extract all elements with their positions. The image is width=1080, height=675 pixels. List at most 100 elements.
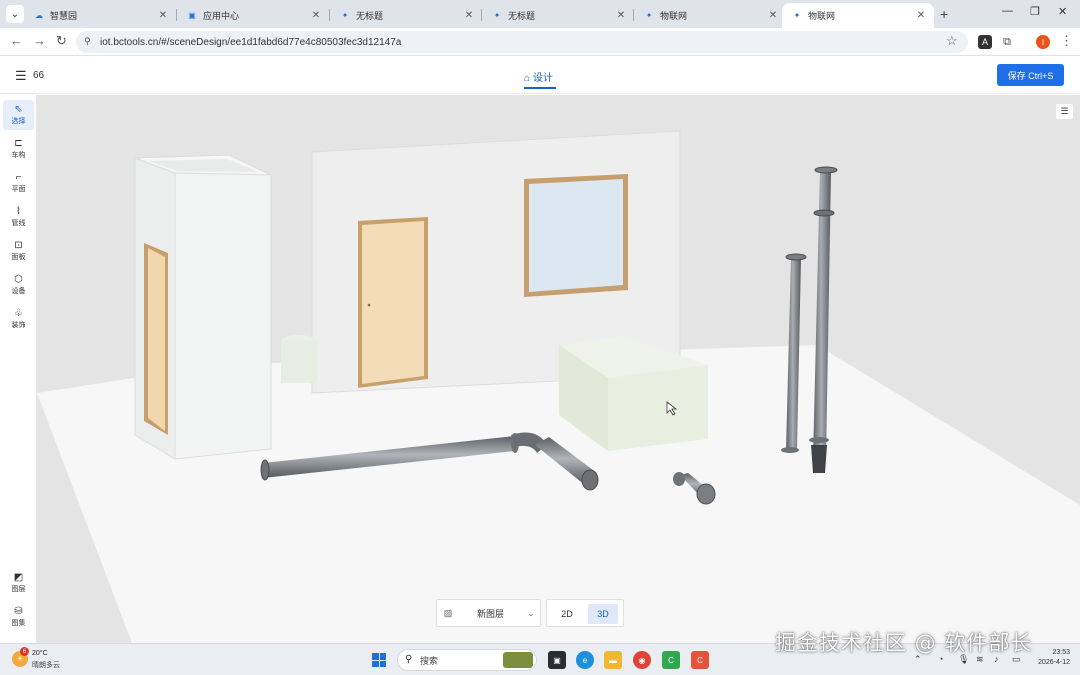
tool-label: 管线 [11, 220, 26, 227]
door-knob [367, 303, 371, 307]
search-icon: ⚲ [405, 654, 413, 665]
layers-list-icon[interactable]: ☰ [1056, 104, 1073, 119]
box-front-face[interactable] [174, 172, 272, 460]
search-placeholder: 搜索 [420, 655, 439, 666]
extension-icon[interactable]: A [978, 35, 992, 49]
view-3d-button[interactable]: 3D [588, 604, 618, 624]
tab-label: 无标题 [356, 11, 384, 21]
tool-layers[interactable]: ◩ 图层 [3, 568, 34, 598]
device-icon: ⬡ [14, 274, 23, 285]
tab-design-label: 设计 [532, 73, 553, 84]
pipe-flange [581, 469, 599, 491]
taskbar-search[interactable]: ⚲ 搜索 [397, 649, 537, 671]
browser-tab-active[interactable]: ✦ 物联网 ✕ [782, 3, 934, 28]
tool-device[interactable]: ⬡ 设备 [3, 270, 34, 300]
tool-label: 平面 [11, 186, 26, 193]
close-icon[interactable]: ✕ [614, 10, 628, 21]
tool-plane[interactable]: ⌐ 平面 [3, 168, 34, 198]
close-icon[interactable]: ✕ [914, 10, 928, 21]
tool-structure[interactable]: ⊏ 车构 [3, 134, 34, 164]
scene-viewport[interactable] [37, 95, 1080, 643]
windows-start-icon[interactable] [372, 653, 386, 667]
browser-menu-icon[interactable]: ⋮ [1060, 33, 1073, 49]
door-panel [362, 221, 424, 384]
browser-tab[interactable]: ✦ 无标题 ✕ [330, 3, 482, 28]
tool-panel[interactable]: ⊡ 面板 [3, 236, 34, 266]
file-explorer-icon[interactable]: ▬ [604, 651, 622, 669]
browser-tab[interactable]: ▣ 应用中心 ✕ [177, 3, 329, 28]
browser-tab-strip: ⌄ ☁ 智慧园 ✕ ▣ 应用中心 ✕ ✦ 无标题 ✕ ✦ 无标题 ✕ ✦ 物联网… [0, 0, 1080, 28]
panel-icon: ⊡ [14, 240, 23, 251]
green-app-icon[interactable]: C [662, 651, 680, 669]
chevron-down-icon: ⌄ [527, 607, 535, 618]
tab-search-menu-button[interactable]: ⌄ [6, 5, 24, 23]
scene-canvas[interactable] [37, 95, 1080, 643]
tab-label: 物联网 [808, 11, 836, 21]
tool-pipeline[interactable]: ⌇ 管线 [3, 202, 34, 232]
edge-browser-icon[interactable]: e [576, 651, 594, 669]
chrome-browser-icon[interactable]: ◉ [633, 651, 651, 669]
view-mode-toggle: 2D 3D [546, 599, 624, 627]
url-field[interactable]: ⚲ iot.bctools.cn/#/sceneDesign/ee1d1fabd… [76, 31, 968, 53]
view-2d-button[interactable]: 2D [552, 604, 582, 624]
tab-label: 物联网 [660, 11, 688, 21]
pipe-flange [813, 209, 835, 217]
extensions-puzzle-icon[interactable]: ⧉ [1000, 35, 1014, 49]
pipe-flange [781, 447, 799, 453]
app-icon: ▣ [188, 11, 196, 20]
chart-icon: ◩ [13, 572, 24, 583]
site-info-icon[interactable]: ⚲ [84, 36, 91, 47]
new-tab-button[interactable]: + [940, 6, 948, 22]
cube-icon: ✦ [793, 11, 801, 20]
cube-icon: ✦ [341, 11, 349, 20]
hamburger-menu-icon[interactable]: ☰ [15, 68, 27, 84]
clock-date: 2026-4-12 [1038, 659, 1070, 666]
back-icon[interactable]: ← [10, 33, 23, 48]
search-highlight-image [503, 652, 533, 668]
tab-label: 智慧园 [50, 11, 78, 21]
design-mode-icon: ⌂ [524, 73, 533, 84]
url-text: iot.bctools.cn/#/sceneDesign/ee1d1fabd6d… [100, 36, 402, 48]
close-window-icon[interactable]: ✕ [1058, 5, 1067, 18]
tool-gallery[interactable]: ⛁ 图集 [3, 602, 34, 632]
save-button[interactable]: 保存 Ctrl+S [997, 64, 1064, 86]
project-title: 66 [33, 70, 45, 81]
select-cursor-icon: ⇖ [14, 104, 23, 115]
tab-design[interactable]: ⌂ 设计 [524, 69, 553, 84]
cube-icon: ✦ [493, 11, 501, 20]
weather-widget[interactable]: ☀ 6 20°C 晴朗多云 [12, 647, 72, 673]
browser-tab[interactable]: ✦ 物联网 ✕ [634, 3, 786, 28]
tool-label: 车构 [11, 152, 26, 159]
cloud-icon: ☁ [35, 11, 43, 20]
system-clock[interactable]: 23:53 2026-4-12 [1034, 648, 1070, 668]
tool-select[interactable]: ⇖ 选择 [3, 100, 34, 130]
app-header: ☰ 66 ⌂ 设计 保存 Ctrl+S [0, 57, 1080, 94]
cube-front-face[interactable] [608, 365, 708, 451]
structure-icon: ⊏ [14, 138, 23, 149]
layer-select[interactable]: ▨ 新图层 ⌄ [436, 599, 541, 627]
tool-label: 装饰 [11, 322, 26, 329]
tool-decoration[interactable]: ♧ 装饰 [3, 304, 34, 334]
browser-tab[interactable]: ✦ 无标题 ✕ [482, 3, 634, 28]
pipe-flange [809, 437, 829, 443]
profile-avatar[interactable]: I [1036, 35, 1050, 49]
red-app-icon[interactable]: C [691, 651, 709, 669]
close-icon[interactable]: ✕ [156, 10, 170, 21]
close-icon[interactable]: ✕ [766, 10, 780, 21]
cube-icon: ✦ [645, 11, 653, 20]
task-view-icon[interactable]: ▣ [548, 651, 566, 669]
restore-icon[interactable]: ❐ [1030, 5, 1040, 18]
decoration-icon: ♧ [14, 308, 23, 319]
pipe-flange [260, 459, 270, 481]
plane-icon: ⌐ [15, 172, 22, 183]
close-icon[interactable]: ✕ [462, 10, 476, 21]
minimize-icon[interactable]: — [1002, 5, 1013, 17]
cylinder-body[interactable] [281, 341, 317, 383]
reload-icon[interactable]: ↻ [56, 33, 67, 49]
clock-time: 23:53 [1052, 649, 1070, 656]
forward-icon[interactable]: → [33, 33, 46, 48]
pipe-flange [696, 483, 716, 505]
close-icon[interactable]: ✕ [309, 10, 323, 21]
browser-tab[interactable]: ☁ 智慧园 ✕ [24, 3, 176, 28]
weather-temperature: 20°C [32, 650, 48, 657]
